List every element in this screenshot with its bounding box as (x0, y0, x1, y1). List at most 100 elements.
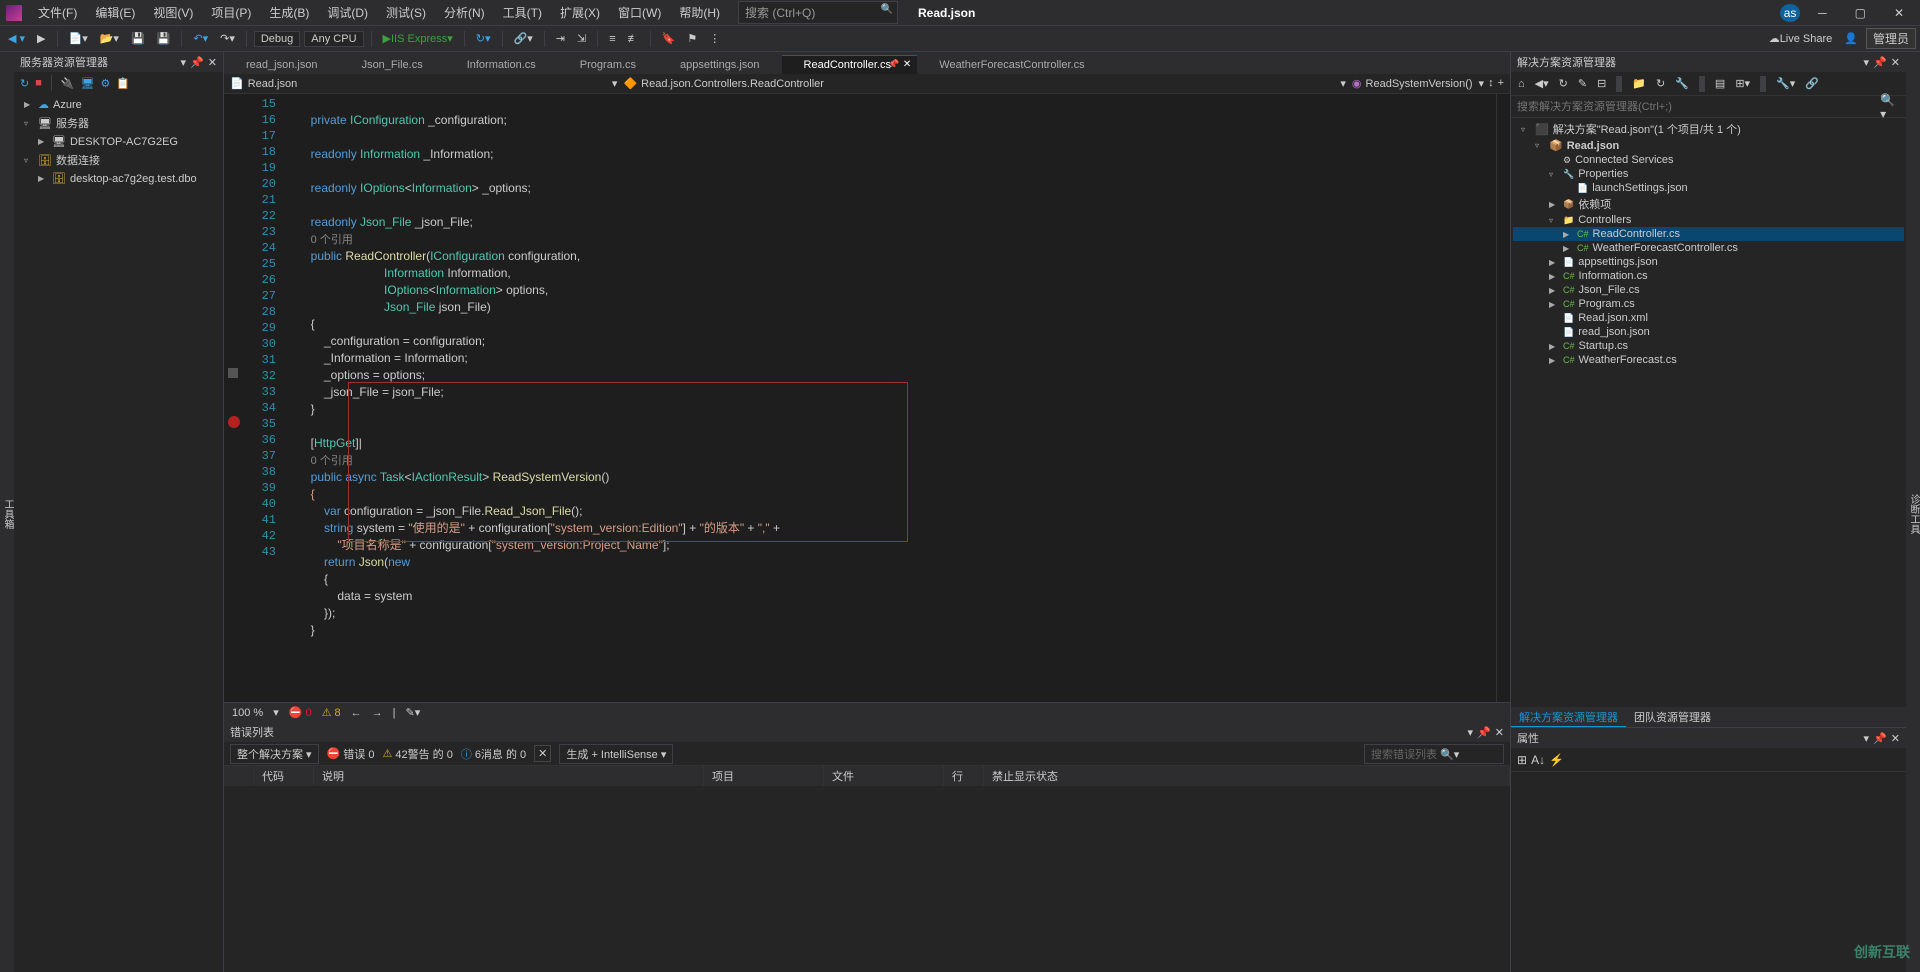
nav-back-button[interactable]: ◀ ▾ (4, 30, 29, 47)
properties-icon[interactable]: 🔧 (1672, 75, 1692, 92)
column-header[interactable]: 文件 (824, 766, 944, 786)
project-node[interactable]: ▿📦Read.json (1513, 138, 1904, 153)
close-icon[interactable]: ✕ (1495, 726, 1504, 739)
solution-item[interactable]: ▶C#ReadController.cs (1513, 227, 1904, 241)
tree-item[interactable]: ▶☁Azure (18, 96, 219, 113)
uncomment-icon[interactable]: ≢ (624, 31, 643, 47)
menu-item[interactable]: 编辑(E) (87, 1, 143, 24)
run-button[interactable]: ▶ IIS Express ▾ (379, 30, 457, 47)
pen-icon[interactable]: ✎ (1575, 75, 1590, 92)
close-button[interactable]: ✕ (1884, 2, 1914, 24)
messages-toggle[interactable]: ⓘ 6消息 的 0 (461, 746, 526, 762)
nav-up-icon[interactable]: ↕ (1488, 77, 1494, 90)
solution-item[interactable]: ▶📄appsettings.json (1513, 255, 1904, 269)
global-search[interactable]: 搜索 (Ctrl+Q) (738, 1, 898, 24)
save-button[interactable]: 💾 (127, 30, 149, 47)
right-rail[interactable]: 诊断工具 (1906, 52, 1920, 972)
server-icon[interactable]: 🖥 (81, 77, 95, 90)
solution-root[interactable]: ▿⬛解决方案"Read.json"(1 个项目/共 1 个) (1513, 120, 1904, 138)
file-tab[interactable]: ReadController.cs📌✕ (782, 55, 918, 74)
stop-icon[interactable]: ■ (35, 77, 42, 89)
pin-icon[interactable]: 📌 (1873, 56, 1887, 69)
file-tab[interactable]: WeatherForecastController.cs (917, 56, 1106, 74)
show-all-icon[interactable]: 📁 (1629, 75, 1649, 92)
panel-tab[interactable]: 团队资源管理器 (1626, 707, 1719, 727)
pin-icon[interactable]: 📌 (1873, 732, 1887, 745)
platform-dropdown[interactable]: Any CPU (304, 31, 363, 47)
dropdown-icon[interactable]: ▾ (1468, 726, 1474, 739)
solution-item[interactable]: ▿📁Controllers (1513, 213, 1904, 227)
solution-item[interactable]: ▶C#Program.cs (1513, 297, 1904, 311)
comment-icon[interactable]: ≡ (605, 31, 619, 47)
browser-link-button[interactable]: 🔗▾ (510, 30, 537, 47)
code-content[interactable]: private IConfiguration _configuration; r… (284, 94, 1496, 702)
preview-icon[interactable]: ▤ (1712, 75, 1728, 92)
error-count[interactable]: ⛔ 0 (289, 706, 312, 719)
minimize-button[interactable]: ─ (1808, 2, 1837, 24)
live-share-button[interactable]: ☁ Live Share (1765, 30, 1837, 47)
column-header[interactable]: 禁止显示状态 (984, 766, 1510, 786)
file-tab[interactable]: Information.cs (445, 56, 558, 74)
warning-count[interactable]: ⚠ 8 (322, 706, 341, 719)
menu-item[interactable]: 扩展(X) (552, 1, 608, 24)
file-tab[interactable]: appsettings.json (658, 56, 782, 74)
solution-item[interactable]: ▶C#Startup.cs (1513, 339, 1904, 353)
flag-icon[interactable]: ⚑ (683, 30, 701, 47)
menu-item[interactable]: 调试(D) (319, 1, 376, 24)
home-icon[interactable]: ⌂ (1515, 76, 1528, 92)
glyph-margin[interactable] (224, 94, 244, 702)
column-header[interactable]: 代码 (254, 766, 314, 786)
zoom-level[interactable]: 100 % (232, 707, 263, 719)
nav-forward-button[interactable]: ▶ (33, 30, 49, 47)
feedback-icon[interactable]: 👤 (1840, 30, 1862, 47)
save-all-button[interactable]: 💾 (153, 30, 175, 47)
refresh-icon[interactable]: ↻ (1653, 75, 1668, 92)
menu-item[interactable]: 视图(V) (145, 1, 201, 24)
solution-search-input[interactable] (1517, 101, 1880, 113)
spanner-icon[interactable]: 🔧▾ (1773, 75, 1798, 92)
view-icon[interactable]: ⊞▾ (1732, 75, 1753, 92)
pin-icon[interactable]: 📌 (190, 56, 204, 69)
events-icon[interactable]: ⚡ (1549, 753, 1564, 767)
build-dropdown[interactable]: 生成 + IntelliSense ▾ (559, 744, 673, 764)
breakpoint-glyph[interactable] (228, 416, 240, 428)
file-tab[interactable]: Program.cs (558, 56, 658, 74)
collapse-icon[interactable]: ⊟ (1594, 75, 1609, 92)
new-project-button[interactable]: 📄▾ (65, 30, 92, 47)
menu-item[interactable]: 项目(P) (203, 1, 259, 24)
sync-icon[interactable]: ↻ (1556, 75, 1571, 92)
breadcrumb-method[interactable]: ReadSystemVersion() (1366, 78, 1473, 90)
file-tab[interactable]: Json_File.cs (340, 56, 445, 74)
menu-item[interactable]: 工具(T) (495, 1, 550, 24)
service-icon[interactable]: ⚙ (101, 77, 111, 90)
column-header[interactable]: 项目 (704, 766, 824, 786)
step-over-icon[interactable]: ⇲ (573, 30, 590, 47)
left-rail[interactable]: 工具箱 (0, 52, 14, 972)
column-header[interactable]: 说明 (314, 766, 704, 786)
tree-item[interactable]: ▿🗄数据连接 (18, 150, 219, 170)
dropdown-icon[interactable]: ▾ (181, 56, 187, 69)
close-icon[interactable]: ✕ (208, 56, 217, 69)
minimap[interactable] (1496, 94, 1510, 702)
column-header[interactable]: 行 (944, 766, 984, 786)
menu-item[interactable]: 窗口(W) (610, 1, 669, 24)
undo-button[interactable]: ↶▾ (189, 30, 212, 47)
split-icon[interactable]: ▾ (1479, 77, 1485, 90)
plus-icon[interactable]: + (1498, 77, 1504, 90)
search-icon[interactable]: 🔍▾ (1880, 93, 1900, 121)
user-avatar[interactable]: as (1780, 4, 1800, 22)
close-icon[interactable]: ✕ (1891, 56, 1900, 69)
menu-item[interactable]: 分析(N) (436, 1, 493, 24)
pin-icon[interactable]: 📌 (1477, 726, 1491, 739)
dropdown-icon[interactable]: ▾ (1864, 732, 1870, 745)
refresh-icon[interactable]: ↻ (20, 77, 29, 90)
solution-item[interactable]: ▶C#Information.cs (1513, 269, 1904, 283)
tree-item[interactable]: ▿🖥服务器 (18, 113, 219, 133)
tree-item[interactable]: ▶🗄desktop-ac7g2eg.test.dbo (32, 170, 219, 187)
solution-item[interactable]: 📄Read.json.xml (1513, 311, 1904, 325)
panel-tab[interactable]: 解决方案资源管理器 (1511, 707, 1626, 727)
back-icon[interactable]: ◀▾ (1532, 75, 1552, 92)
prev-issue-icon[interactable]: ← (351, 707, 362, 719)
solution-item[interactable]: 📄read_json.json (1513, 325, 1904, 339)
solution-item[interactable]: ▿🔧Properties (1513, 167, 1904, 181)
